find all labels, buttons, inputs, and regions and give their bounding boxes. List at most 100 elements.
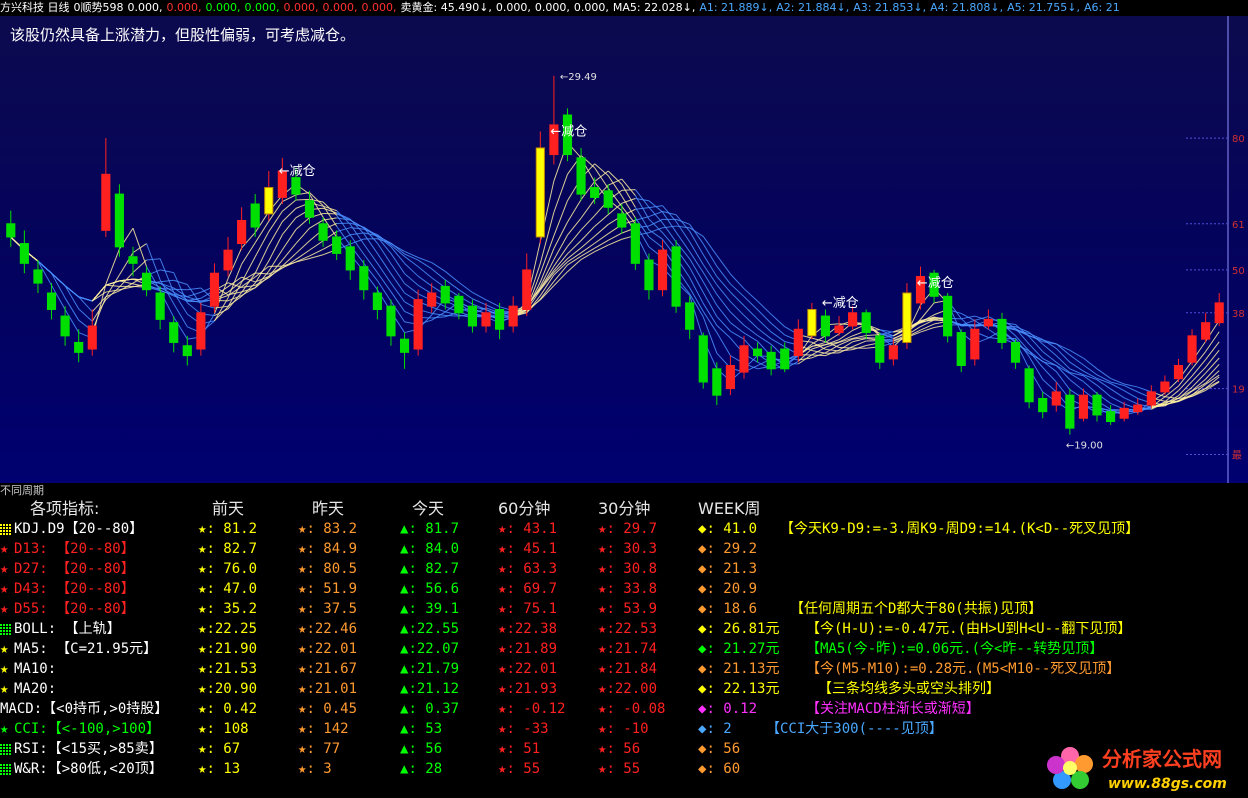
- value-cell: ★:21.84: [598, 659, 657, 679]
- topbar-item: 0.000,: [166, 1, 202, 14]
- indicator-note: 【关注MACD柱渐长或渐短】: [806, 701, 980, 717]
- candle-body: [399, 338, 410, 353]
- candle-body: [644, 259, 654, 291]
- star-icon: ★: [0, 601, 9, 617]
- candle-body: [250, 203, 260, 228]
- ma-ribbon-segment: [404, 273, 419, 286]
- value-text: : 21.13元: [706, 661, 780, 677]
- ma-ribbon-segment: [716, 266, 731, 285]
- value-text: : 3: [306, 761, 332, 777]
- ma-ribbon-segment: [119, 280, 134, 285]
- indicator-row: ★ D27: 【20--80】 ★: 76.0 ★: 80.5 ▲: 82.7 ★: 63…: [0, 559, 1248, 579]
- value-cell: ★: 69.7: [498, 579, 557, 599]
- candle-body: [752, 348, 763, 357]
- ma-ribbon-segment: [417, 284, 432, 295]
- star-icon: ★: [0, 721, 9, 737]
- value-text: : 13: [206, 761, 241, 777]
- star-icon: ★: [0, 541, 9, 557]
- candle-body: [725, 365, 735, 390]
- value-cell: ▲:22.55: [400, 619, 459, 639]
- value-text: : 142: [306, 721, 349, 737]
- value-cell: ▲: 56: [400, 739, 442, 759]
- indicator-name: D27: 【20--80】: [14, 561, 135, 577]
- value-text: : 30.8: [606, 561, 658, 577]
- value-text: : 26.81元: [706, 621, 780, 637]
- indicator-name-cell: ★ CCI:【<-100,>100】: [0, 719, 160, 739]
- ma-ribbon-segment: [716, 284, 731, 302]
- value-cell: ★: 30.8: [598, 559, 657, 579]
- ma-ribbon-segment: [866, 334, 880, 336]
- ma-ribbon-segment: [309, 240, 324, 251]
- ma-ribbon-segment: [1042, 379, 1057, 393]
- value-cell: ★: 51.9: [298, 579, 357, 599]
- candle-body: [576, 157, 586, 195]
- value-text: :22.07: [408, 641, 460, 657]
- topbar-item: A6: 21: [1084, 1, 1120, 14]
- ma-ribbon-segment: [105, 280, 120, 286]
- candle-body: [114, 193, 124, 248]
- topbar-item: A5: 21.755↓,: [1007, 1, 1081, 14]
- value-text: : 81.7: [408, 521, 460, 537]
- value-cell: ▲: 56.6: [400, 579, 459, 599]
- value-cell: ▲: 28: [400, 759, 442, 779]
- indicator-row: ★ MA10: ★:21.53 ★:21.67 ▲:21.79 ★:22.01 ★:21.8…: [0, 659, 1248, 679]
- ma-ribbon-segment: [702, 272, 718, 295]
- ma-ribbon-segment: [702, 236, 718, 256]
- value-cell: ★: 84.9: [298, 539, 357, 559]
- ma-ribbon-segment: [1123, 397, 1138, 405]
- value-text: : 82.7: [206, 541, 258, 557]
- y-tick-label: 50: [1232, 266, 1245, 277]
- candle-body: [427, 292, 437, 307]
- candle-body: [6, 223, 16, 238]
- value-text: : 33.8: [606, 581, 658, 597]
- candle-body: [875, 335, 885, 363]
- sell-signal-label: ←减仓: [550, 124, 587, 139]
- value-text: : 29.2: [706, 541, 758, 557]
- y-tick-label: 61: [1232, 220, 1245, 231]
- ma-ribbon-segment: [594, 163, 609, 177]
- value-text: : 108: [206, 721, 249, 737]
- value-cell: ★: -0.12: [498, 699, 565, 719]
- ma-ribbon-segment: [472, 298, 487, 306]
- value-cell: ▲: 81.7: [400, 519, 459, 539]
- value-cell: ★: 142: [298, 719, 349, 739]
- indicator-name-cell: ★ D13: 【20--80】: [0, 539, 135, 559]
- value-cell: ★:22.53: [598, 619, 657, 639]
- ma-ribbon-segment: [132, 243, 147, 254]
- column-header: 前天: [212, 499, 245, 518]
- ma-ribbon-segment: [1137, 386, 1152, 393]
- value-cell: ★: 51: [498, 739, 540, 759]
- value-text: : 51.9: [306, 581, 358, 597]
- topbar-item: 0顺势598: [73, 1, 124, 14]
- indicator-note: 【今天K9-D9:=-3.周K9-周D9:=14.(K<D--死叉见顶】: [780, 521, 1140, 537]
- candle-body: [74, 341, 84, 353]
- ma-ribbon-segment: [268, 234, 283, 262]
- value-cell: ▲:21.79: [400, 659, 459, 679]
- value-text: : 21.3: [706, 561, 758, 577]
- value-cell: ★: 81.2: [198, 519, 257, 539]
- indicator-note: 【CCI大于300(----见顶】: [766, 721, 943, 737]
- candle-body: [1214, 302, 1224, 324]
- value-cell: ▲: 39.1: [400, 599, 459, 619]
- value-text: : 0.37: [408, 701, 460, 717]
- y-tick-label: 80: [1232, 134, 1245, 145]
- candle-body: [807, 308, 817, 337]
- ma-ribbon-segment: [390, 282, 405, 303]
- value-text: :22.01: [506, 661, 558, 677]
- ma-ribbon-segment: [431, 306, 446, 313]
- ma-ribbon-segment: [431, 316, 446, 319]
- value-cell: ★: 76.0: [198, 559, 257, 579]
- value-text: :21.74: [606, 641, 658, 657]
- value-cell: ▲: 0.37: [400, 699, 459, 719]
- value-cell: ★: 63.3: [498, 559, 557, 579]
- ma-ribbon-segment: [186, 302, 202, 315]
- value-cell: ★: 56: [598, 739, 640, 759]
- value-cell: ★: 80.5: [298, 559, 357, 579]
- ma-ribbon-segment: [390, 273, 405, 294]
- value-cell: ◆: 18.6: [698, 599, 757, 619]
- value-text: :22.01: [306, 641, 358, 657]
- value-cell: ★: 55: [498, 759, 540, 779]
- topbar-item: 0.000,: [361, 1, 397, 14]
- sell-signal-label: ←减仓: [279, 164, 316, 179]
- price-chart[interactable]: 80 61 50 38 19 最 ←减仓 ←减仓 ←减仓 ←减仓 ←29.49 ←19.00 该股仍然具…: [0, 16, 1248, 483]
